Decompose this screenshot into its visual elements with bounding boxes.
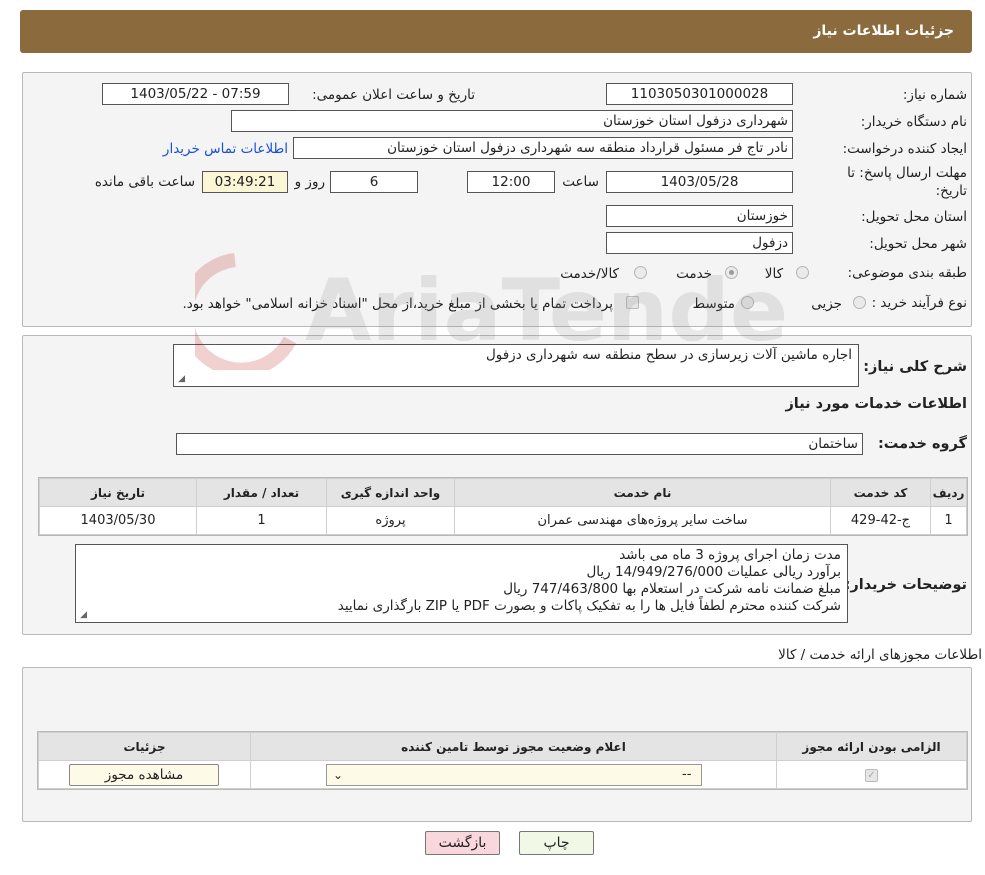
deadline-label: مهلت ارسال پاسخ: تا تاریخ: <box>847 164 967 200</box>
contact-buyer-link[interactable]: اطلاعات تماس خریدار <box>163 141 288 157</box>
remaining-time-field: 03:49:21 <box>202 171 288 193</box>
category-label: طبقه بندی موضوعی: <box>847 265 967 281</box>
deadline-date-field: 1403/05/28 <box>606 171 793 193</box>
announce-field: 1403/05/22 - 07:59 <box>102 83 289 105</box>
summary-label: شرح کلی نیاز: <box>863 359 967 375</box>
deadline-time-field: 12:00 <box>467 171 555 193</box>
required-checkbox: ✓ <box>865 769 878 782</box>
permit-status-value: -- <box>682 767 692 782</box>
col-qty: تعداد / مقدار <box>196 478 327 507</box>
creator-field: نادر تاج فر مسئول قرارداد منطقه سه شهردا… <box>293 137 793 159</box>
category-service-radio[interactable] <box>725 266 738 279</box>
announce-label: تاریخ و ساعت اعلان عمومی: <box>312 87 475 103</box>
process-label: نوع فرآیند خرید : <box>871 295 967 311</box>
need-number-field: 1103050301000028 <box>606 83 793 105</box>
col-name: نام خدمت <box>454 478 831 507</box>
services-heading: اطلاعات خدمات مورد نیاز <box>785 396 967 412</box>
print-button[interactable]: چاپ <box>519 831 594 855</box>
table-row: ✓ ⌄ -- مشاهده مجوز <box>38 760 967 789</box>
city-label: شهر محل تحویل: <box>869 236 967 252</box>
permits-table-header: الزامی بودن ارائه مجوز اعلام وضعیت مجوز … <box>38 732 967 761</box>
buyer-org-label: نام دستگاه خریدار: <box>860 114 967 130</box>
buyer-note-line: مبلغ ضمانت نامه شرکت در استعلام بها 747/… <box>503 581 841 597</box>
city-field: دزفول <box>606 232 793 254</box>
cell-details: مشاهده مجوز <box>38 760 251 789</box>
category-service-label: خدمت <box>676 266 712 282</box>
buyer-notes-label: توضیحات خریدار: <box>844 577 967 593</box>
need-number-label: شماره نیاز: <box>902 87 967 103</box>
services-table-header: ردیف کد خدمت نام خدمت واحد اندازه گیری ت… <box>39 478 967 507</box>
category-both-label: کالا/خدمت <box>560 266 619 282</box>
col-details: جزئیات <box>38 732 251 761</box>
cell-unit: پروژه <box>326 506 455 535</box>
table-row: 1 ج-42-429 ساخت سایر پروژه‌های مهندسی عم… <box>39 506 967 535</box>
page-title: جزئیات اطلاعات نیاز <box>20 10 972 53</box>
services-table: ردیف کد خدمت نام خدمت واحد اندازه گیری ت… <box>38 477 968 536</box>
back-button[interactable]: بازگشت <box>425 831 500 855</box>
process-minor-label: جزیی <box>811 296 842 312</box>
col-row: ردیف <box>930 478 967 507</box>
cell-required: ✓ <box>776 760 967 789</box>
col-unit: واحد اندازه گیری <box>326 478 455 507</box>
resize-grip-icon[interactable]: ◢ <box>176 375 185 384</box>
cell-name: ساخت سایر پروژه‌های مهندسی عمران <box>454 506 831 535</box>
chevron-down-icon: ⌄ <box>333 768 344 782</box>
cell-code: ج-42-429 <box>830 506 931 535</box>
days-field: 6 <box>330 171 418 193</box>
cell-status: ⌄ -- <box>250 760 777 789</box>
deadline-label-text: مهلت ارسال پاسخ: تا تاریخ: <box>847 165 967 199</box>
cell-qty: 1 <box>196 506 327 535</box>
summary-text: اجاره ماشین آلات زیرسازی در سطح منطقه سه… <box>485 347 852 363</box>
col-status: اعلام وضعیت مجوز توسط تامین کننده <box>250 732 777 761</box>
service-group-label: گروه خدمت: <box>877 436 967 452</box>
process-medium-label: متوسط <box>692 296 735 312</box>
permits-heading: اطلاعات مجوزهای ارائه خدمت / کالا <box>778 647 982 663</box>
process-minor-radio[interactable] <box>853 296 866 309</box>
category-both-radio[interactable] <box>634 266 647 279</box>
permit-status-select[interactable]: ⌄ -- <box>326 764 702 786</box>
view-permit-button[interactable]: مشاهده مجوز <box>69 764 219 786</box>
cell-row: 1 <box>930 506 967 535</box>
col-date: تاریخ نیاز <box>39 478 197 507</box>
creator-label: ایجاد کننده درخواست: <box>842 141 967 157</box>
col-required: الزامی بودن ارائه مجوز <box>776 732 967 761</box>
permits-table: الزامی بودن ارائه مجوز اعلام وضعیت مجوز … <box>37 731 968 790</box>
treasury-payment-checkbox[interactable] <box>626 296 639 309</box>
summary-textarea[interactable]: اجاره ماشین آلات زیرسازی در سطح منطقه سه… <box>173 344 859 387</box>
resize-grip-icon[interactable]: ◢ <box>78 611 87 620</box>
buyer-org-field: شهرداری دزفول استان خوزستان <box>231 110 793 132</box>
deadline-time-label: ساعت <box>562 174 599 190</box>
col-code: کد خدمت <box>830 478 931 507</box>
category-goods-label: کالا <box>764 266 783 282</box>
buyer-note-line: شرکت کننده محترم لطفاً فایل ها را به تفک… <box>337 598 841 614</box>
buyer-note-line: برآورد ریالی عملیات 14/949/276/000 ریال <box>586 564 841 580</box>
remaining-label: ساعت باقی مانده <box>94 174 195 190</box>
province-field: خوزستان <box>606 205 793 227</box>
province-label: استان محل تحویل: <box>861 209 967 225</box>
buyer-notes-textarea[interactable]: مدت زمان اجرای پروژه 3 ماه می باشد برآور… <box>75 544 848 623</box>
category-goods-radio[interactable] <box>796 266 809 279</box>
service-group-field: ساختمان <box>176 433 863 455</box>
process-medium-radio[interactable] <box>741 296 754 309</box>
cell-date: 1403/05/30 <box>39 506 197 535</box>
payment-note: پرداخت تمام یا بخشی از مبلغ خرید،از محل … <box>182 296 613 312</box>
buyer-note-line: مدت زمان اجرای پروژه 3 ماه می باشد <box>619 547 841 563</box>
days-label: روز و <box>294 174 325 190</box>
